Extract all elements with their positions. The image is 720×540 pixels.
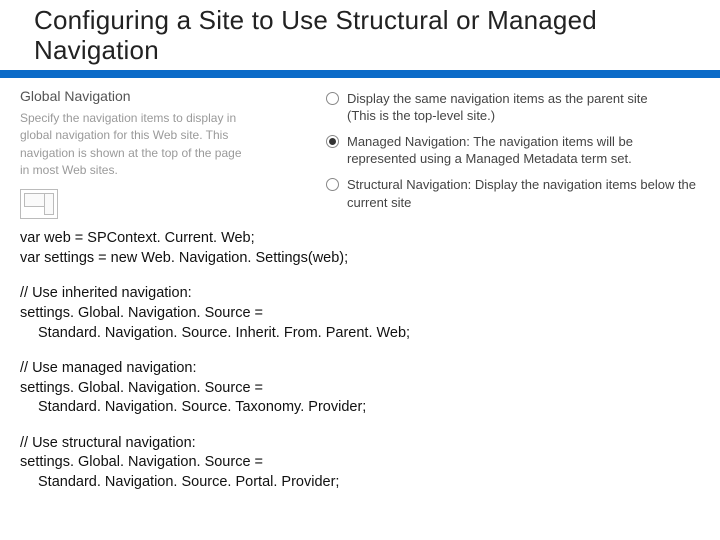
code-line: Standard. Navigation. Source. Portal. Pr… bbox=[20, 473, 700, 493]
code-structural: // Use structural navigation: settings. … bbox=[20, 434, 700, 493]
code-line: var web = SPContext. Current. Web; bbox=[20, 229, 700, 249]
code-comment: // Use managed navigation: bbox=[20, 359, 700, 379]
radio-option-parent[interactable]: Display the same navigation items as the… bbox=[326, 90, 700, 125]
code-line: settings. Global. Navigation. Source = bbox=[20, 304, 700, 324]
code-inherited: // Use inherited navigation: settings. G… bbox=[20, 284, 700, 343]
site-layout-icon bbox=[20, 189, 58, 219]
radio-option-managed[interactable]: Managed Navigation: The navigation items… bbox=[326, 133, 700, 168]
code-line: Standard. Navigation. Source. Inherit. F… bbox=[20, 324, 700, 344]
page-title: Configuring a Site to Use Structural or … bbox=[34, 6, 720, 66]
code-sample: var web = SPContext. Current. Web; var s… bbox=[0, 225, 720, 518]
code-line: Standard. Navigation. Source. Taxonomy. … bbox=[20, 398, 700, 418]
code-managed: // Use managed navigation: settings. Glo… bbox=[20, 359, 700, 418]
radio-sub-text: (This is the top-level site.) bbox=[347, 107, 648, 125]
code-init: var web = SPContext. Current. Web; var s… bbox=[20, 229, 700, 268]
code-comment: // Use inherited navigation: bbox=[20, 284, 700, 304]
title-block: Configuring a Site to Use Structural or … bbox=[0, 0, 720, 66]
code-line: settings. Global. Navigation. Source = bbox=[20, 379, 700, 399]
nav-radio-group: Display the same navigation items as the… bbox=[326, 88, 700, 220]
radio-icon bbox=[326, 178, 339, 191]
settings-left-col: Global Navigation Specify the navigation… bbox=[20, 88, 310, 220]
radio-icon bbox=[326, 135, 339, 148]
code-comment: // Use structural navigation: bbox=[20, 434, 700, 454]
section-description: Specify the navigation items to display … bbox=[20, 110, 250, 180]
radio-option-structural[interactable]: Structural Navigation: Display the navig… bbox=[326, 176, 700, 211]
section-title: Global Navigation bbox=[20, 88, 310, 104]
radio-label: Managed Navigation: The navigation items… bbox=[347, 133, 700, 168]
radio-label: Structural Navigation: Display the navig… bbox=[347, 176, 700, 211]
radio-icon bbox=[326, 92, 339, 105]
title-underline bbox=[0, 70, 720, 78]
code-line: var settings = new Web. Navigation. Sett… bbox=[20, 249, 700, 269]
radio-label-text: Display the same navigation items as the… bbox=[347, 91, 648, 106]
radio-label: Display the same navigation items as the… bbox=[347, 90, 648, 125]
code-line: settings. Global. Navigation. Source = bbox=[20, 453, 700, 473]
global-nav-settings: Global Navigation Specify the navigation… bbox=[0, 78, 720, 226]
